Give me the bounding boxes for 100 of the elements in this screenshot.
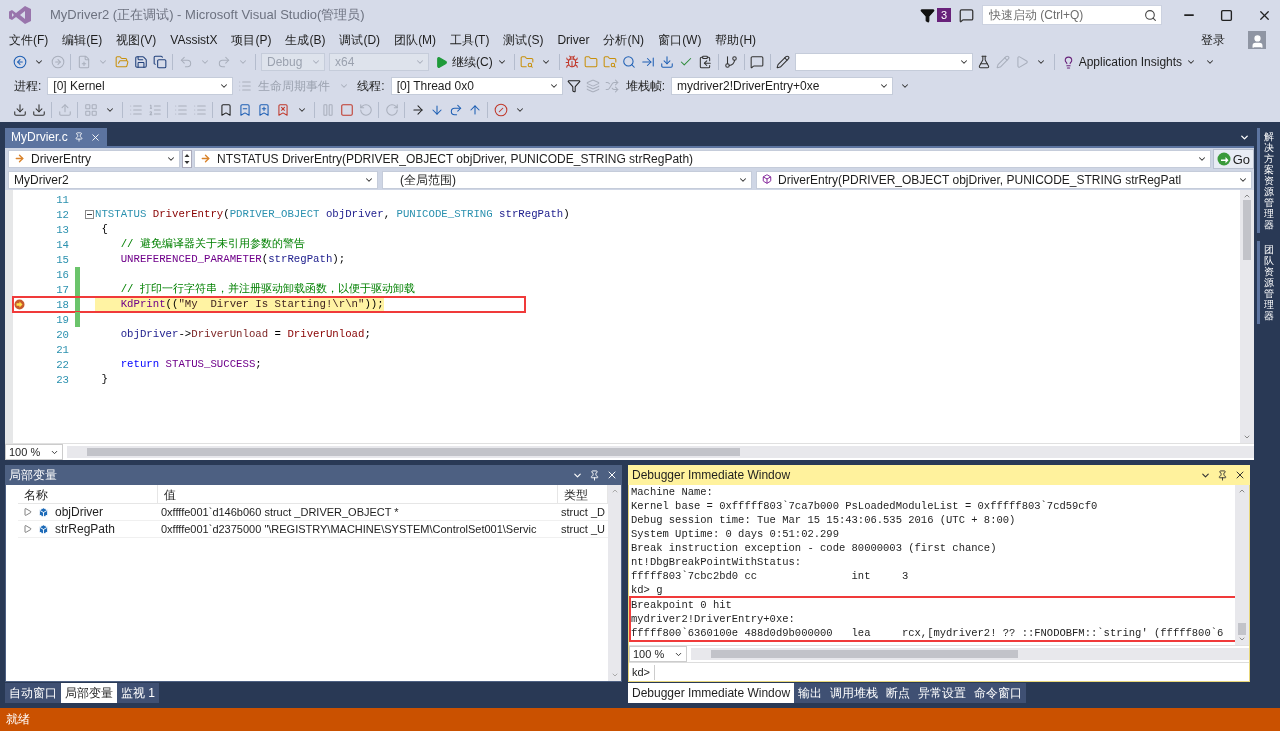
spin-icon[interactable]: [182, 150, 192, 168]
folder-icon[interactable]: [584, 55, 599, 69]
panel-tab[interactable]: 命令窗口: [970, 683, 1027, 703]
scrollbar-thumb[interactable]: [1238, 623, 1246, 635]
bookmark-icon[interactable]: [218, 103, 233, 117]
scroll-down-icon[interactable]: [610, 671, 619, 679]
scope-dropdown[interactable]: DriverEntry: [8, 150, 180, 168]
zoom-dropdown[interactable]: 100 %: [5, 444, 64, 460]
step-over-icon[interactable]: [448, 103, 463, 117]
folder-search-icon[interactable]: [603, 55, 618, 69]
document-tab[interactable]: MyDrvier.c: [5, 128, 107, 146]
overflow-icon[interactable]: [1036, 57, 1047, 67]
side-tab[interactable]: 解决方案资源管理器: [1256, 128, 1278, 233]
bug-icon[interactable]: [565, 55, 580, 69]
panel-tab[interactable]: 输出: [794, 683, 827, 703]
stop-icon[interactable]: [339, 103, 354, 117]
caret-icon[interactable]: [33, 57, 44, 67]
menu-item[interactable]: 窗口(W): [651, 31, 709, 49]
scrollbar[interactable]: [1240, 190, 1254, 443]
pin-icon[interactable]: [1217, 469, 1228, 481]
check-icon[interactable]: [679, 55, 694, 69]
go-button[interactable]: Go: [1212, 149, 1254, 169]
scroll-down-icon[interactable]: [1243, 433, 1251, 441]
branch-icon[interactable]: [724, 55, 739, 69]
collapse-icon[interactable]: [85, 210, 94, 219]
scroll-up-icon[interactable]: [1243, 192, 1251, 200]
member-dropdown[interactable]: DriverEntry(PDRIVER_OBJECT objDriver, PUNICODE_STRING strRegPatl: [756, 171, 1252, 189]
menu-item[interactable]: 编辑(E): [55, 31, 110, 49]
download-icon[interactable]: [31, 103, 46, 117]
search-icon[interactable]: [622, 55, 637, 69]
scope-range-dropdown[interactable]: (全局范围): [382, 171, 752, 189]
panel-tab[interactable]: 监视 1: [117, 683, 159, 703]
scrollbar[interactable]: [67, 446, 1254, 458]
function-dropdown[interactable]: NTSTATUS DriverEntry(PDRIVER_OBJECT objDriver, PUNICODE_STRING strRegPath): [194, 150, 1211, 168]
menu-item[interactable]: 分析(N): [596, 31, 652, 49]
panel-tab[interactable]: 调用堆栈: [826, 683, 883, 703]
column-header[interactable]: 名称: [18, 485, 158, 503]
side-tab[interactable]: 团队资源管理器: [1256, 241, 1278, 324]
expand-icon[interactable]: [24, 508, 32, 516]
menu-item[interactable]: 帮助(H): [708, 31, 764, 49]
menu-item[interactable]: 项目(P): [224, 31, 279, 49]
no-symbol-icon[interactable]: [493, 103, 508, 117]
menu-item[interactable]: 工具(T): [443, 31, 497, 49]
filter-icon[interactable]: [567, 79, 582, 93]
clipboard-icon[interactable]: [698, 55, 713, 69]
scroll-up-icon[interactable]: [1238, 487, 1246, 495]
close-icon[interactable]: [606, 469, 618, 481]
menu-item[interactable]: 视图(V): [109, 31, 164, 49]
caret-icon[interactable]: [296, 105, 307, 115]
pin-icon[interactable]: [589, 469, 600, 481]
application-insights-button[interactable]: Application Insights: [1057, 52, 1201, 72]
sign-in-link[interactable]: 登录: [1194, 31, 1232, 49]
panel-tab[interactable]: 局部变量: [61, 683, 117, 703]
bookmark-icon[interactable]: [237, 103, 252, 117]
overflow-icon[interactable]: [541, 57, 552, 67]
avatar[interactable]: [1248, 31, 1266, 49]
menu-item[interactable]: 团队(M): [387, 31, 444, 49]
bookmark-icon[interactable]: [275, 103, 290, 117]
maximize-icon[interactable]: [1220, 8, 1233, 22]
expand-icon[interactable]: [24, 525, 32, 533]
scroll-up-icon[interactable]: [610, 487, 619, 495]
scrollbar[interactable]: [691, 648, 1249, 660]
scrollbar-thumb[interactable]: [1243, 200, 1251, 260]
feedback-icon[interactable]: [959, 7, 974, 23]
notification-count[interactable]: 3: [936, 8, 951, 22]
scrollbar[interactable]: [608, 485, 621, 681]
save-icon[interactable]: [133, 55, 148, 69]
process-dropdown[interactable]: [0] Kernel: [47, 77, 234, 95]
folder-search-icon[interactable]: [520, 55, 535, 69]
caret-icon[interactable]: [104, 105, 115, 115]
pin-icon[interactable]: [73, 132, 84, 142]
panel-tab[interactable]: 异常设置: [914, 683, 971, 703]
zoom-dropdown[interactable]: 100 %: [629, 646, 688, 662]
comment-icon[interactable]: [750, 55, 765, 69]
menu-item[interactable]: 生成(B): [278, 31, 333, 49]
download-icon[interactable]: [12, 103, 27, 117]
scroll-down-icon[interactable]: [1238, 635, 1246, 643]
menu-item[interactable]: VAssistX: [163, 33, 225, 47]
save-all-icon[interactable]: [152, 55, 167, 69]
back-icon[interactable]: [12, 55, 27, 69]
menu-item[interactable]: 测试(S): [496, 31, 551, 49]
panel-tab[interactable]: 断点: [882, 683, 915, 703]
panel-tab[interactable]: Debugger Immediate Window: [628, 683, 795, 703]
flask-icon[interactable]: [977, 55, 992, 69]
project-dropdown[interactable]: MyDriver2: [8, 171, 378, 189]
column-header[interactable]: 值: [158, 485, 558, 503]
stack-frame-dropdown[interactable]: mydriver2!DriverEntry+0xe: [671, 77, 894, 95]
overflow-icon[interactable]: [1204, 57, 1215, 67]
scrollbar[interactable]: [1235, 485, 1249, 645]
thread-dropdown[interactable]: [0] Thread 0x0: [390, 77, 563, 95]
filter-icon[interactable]: [919, 7, 935, 23]
download-icon[interactable]: [660, 55, 675, 69]
bookmark-icon[interactable]: [256, 103, 271, 117]
quick-launch-field[interactable]: 快速启动 (Ctrl+Q): [982, 5, 1162, 25]
continue-button[interactable]: 继续(C): [431, 52, 511, 72]
menu-item[interactable]: 调试(D): [332, 31, 388, 49]
panel-tab[interactable]: 自动窗口: [5, 683, 61, 703]
menu-item[interactable]: Driver: [550, 33, 597, 47]
close-icon[interactable]: [1234, 469, 1246, 481]
caret-icon[interactable]: [514, 105, 525, 115]
